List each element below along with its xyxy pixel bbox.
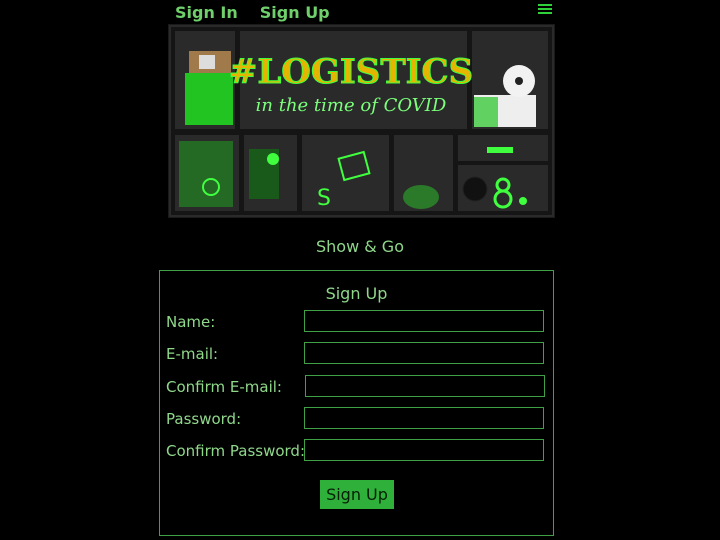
password-label: Password: [166,410,242,428]
logistics-banner-image: #LOGISTICS in the time of COVID S [168,24,555,218]
confirm-password-row: Confirm Password: [166,439,546,463]
name-label: Name: [166,313,216,331]
password-input[interactable] [304,407,544,429]
confirm-password-label: Confirm Password: [166,442,306,460]
form-title: Sign Up [325,284,388,303]
confirm-email-input[interactable] [305,375,545,397]
svg-text:S: S [317,186,331,211]
banner-hashtag: #LOGISTICS [229,52,473,92]
sign-in-link[interactable]: Sign In [175,3,238,22]
sign-up-link[interactable]: Sign Up [260,3,330,22]
name-row: Name: [166,310,546,334]
email-input[interactable] [304,342,544,364]
email-row: E-mail: [166,342,546,366]
confirm-email-row: Confirm E-mail: [166,375,546,399]
email-label: E-mail: [166,345,219,363]
confirm-email-label: Confirm E-mail: [166,378,282,396]
top-nav: Sign In Sign Up [175,3,330,22]
confirm-password-input[interactable] [304,439,544,461]
name-input[interactable] [304,310,544,332]
hamburger-menu-icon[interactable] [538,2,552,16]
password-row: Password: [166,407,546,431]
app-title: Show & Go [315,237,404,256]
banner-tagline: in the time of COVID [256,95,447,116]
sign-up-form: Sign Up Name: E-mail: Confirm E-mail: Pa… [159,270,554,536]
sign-up-button[interactable]: Sign Up [320,480,394,509]
